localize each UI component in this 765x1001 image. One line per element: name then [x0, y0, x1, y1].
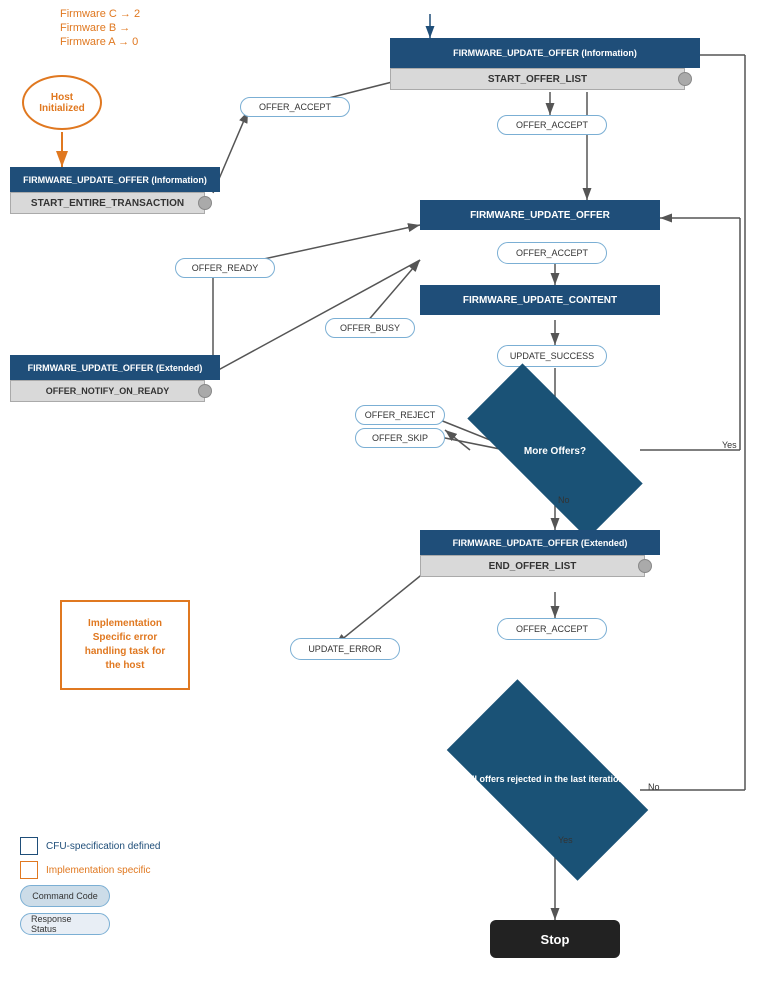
host-initialized: Host Initialized [22, 75, 102, 130]
end-offer-list-sub: END_OFFER_LIST [420, 555, 645, 577]
legend: CFU-specification defined Implementation… [20, 837, 161, 941]
end-offer-list-header: FIRMWARE_UPDATE_OFFER (Extended) [420, 530, 660, 555]
end-offer-list-circle [638, 559, 652, 573]
all-rejected-diamond: All offers rejected in the last iteratio… [455, 730, 640, 830]
start-offer-list-sub: START_OFFER_LIST [390, 68, 685, 90]
no-label-1: No [558, 495, 570, 505]
start-offer-list-header: FIRMWARE_UPDATE_OFFER (Information) [390, 38, 700, 68]
legend-box-orange [20, 861, 38, 879]
firmware-c-label: Firmware C → 2 [60, 8, 140, 20]
offer-accept-pill-3: OFFER_ACCEPT [497, 242, 607, 264]
offer-accept-pill-2: OFFER_ACCEPT [497, 115, 607, 135]
start-entire-sub: START_ENTIRE_TRANSACTION [10, 192, 205, 214]
legend-impl: Implementation specific [20, 861, 161, 879]
stop-box: Stop [490, 920, 620, 958]
firmware-update-content-box: FIRMWARE_UPDATE_CONTENT [420, 285, 660, 315]
no-label-2: No [648, 782, 660, 792]
offer-accept-pill-1: OFFER_ACCEPT [240, 97, 350, 117]
start-entire-circle [198, 196, 212, 210]
legend-cfu: CFU-specification defined [20, 837, 161, 855]
offer-ready-pill: OFFER_READY [175, 258, 275, 278]
more-offers-diamond: More Offers? [470, 412, 640, 490]
offer-notify-circle [198, 384, 212, 398]
legend-impl-label: Implementation specific [46, 865, 151, 876]
start-offer-list-circle [678, 72, 692, 86]
offer-busy-pill: OFFER_BUSY [325, 318, 415, 338]
offer-notify-header: FIRMWARE_UPDATE_OFFER (Extended) [10, 355, 220, 380]
legend-response: Response Status [20, 913, 161, 935]
all-rejected-text: All offers rejected in the last iteratio… [465, 774, 629, 786]
more-offers-text: More Offers? [524, 445, 586, 458]
start-entire-header: FIRMWARE_UPDATE_OFFER (Information) [10, 167, 220, 192]
update-success-pill: UPDATE_SUCCESS [497, 345, 607, 367]
legend-cfu-label: CFU-specification defined [46, 841, 161, 852]
impl-specific-box: Implementation Specific error handling t… [60, 600, 190, 690]
firmware-labels: Firmware C → 2 Firmware B → Firmware A →… [60, 8, 140, 48]
yes-label-1: Yes [722, 440, 737, 450]
update-error-pill: UPDATE_ERROR [290, 638, 400, 660]
yes-label-2: Yes [558, 835, 573, 845]
firmware-a-label: Firmware A → 0 [60, 36, 140, 48]
legend-box-blue [20, 837, 38, 855]
offer-accept-pill-4: OFFER_ACCEPT [497, 618, 607, 640]
response-status-pill-legend: Response Status [20, 913, 110, 935]
firmware-update-offer-box: FIRMWARE_UPDATE_OFFER [420, 200, 660, 230]
offer-reject-pill: OFFER_REJECT [355, 405, 445, 425]
legend-command: Command Code [20, 885, 161, 907]
offer-notify-sub: OFFER_NOTIFY_ON_READY [10, 380, 205, 402]
offer-skip-pill: OFFER_SKIP [355, 428, 445, 448]
diagram-container: Firmware C → 2 Firmware B → Firmware A →… [0, 0, 765, 1001]
firmware-b-label: Firmware B → [60, 22, 140, 34]
command-code-pill-legend: Command Code [20, 885, 110, 907]
